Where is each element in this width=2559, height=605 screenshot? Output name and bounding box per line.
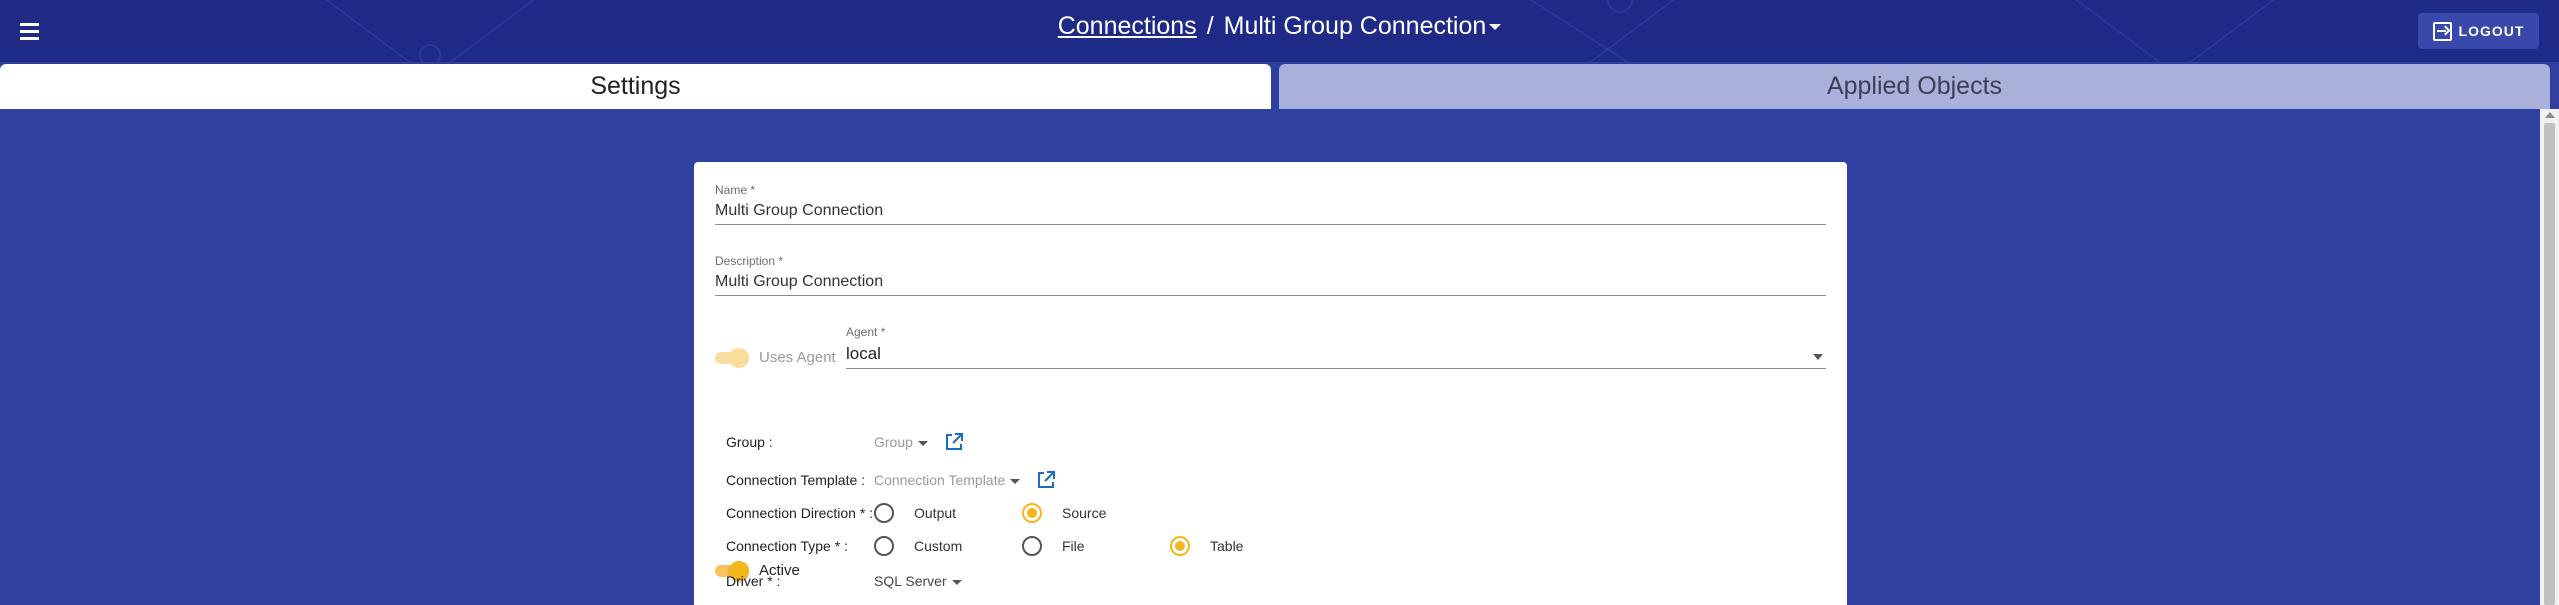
- agent-select[interactable]: Agent * local: [846, 325, 1826, 369]
- connection-direction-label: Connection Direction * :: [726, 505, 874, 521]
- tab-settings[interactable]: Settings: [0, 64, 1271, 109]
- description-label: Description *: [715, 254, 784, 268]
- chevron-down-icon[interactable]: [1489, 24, 1502, 31]
- connection-direction-row: Connection Direction * : Output Source: [726, 502, 1106, 524]
- connection-template-select[interactable]: Connection Template: [874, 472, 1021, 488]
- radio-table-label: Table: [1210, 538, 1244, 554]
- radio-custom-label: Custom: [914, 538, 963, 554]
- breadcrumb-connections-link[interactable]: Connections: [1058, 12, 1197, 40]
- breadcrumb-current[interactable]: Multi Group Connection: [1224, 12, 1487, 40]
- radio-source[interactable]: Source: [1022, 503, 1106, 523]
- name-label: Name *: [715, 183, 756, 197]
- open-in-new-icon[interactable]: [1036, 470, 1056, 490]
- dropdown-arrow-icon[interactable]: [1813, 354, 1823, 360]
- connection-type-label: Connection Type * :: [726, 538, 848, 554]
- driver-select[interactable]: SQL Server: [874, 573, 962, 589]
- radio-output[interactable]: Output: [874, 503, 1022, 523]
- logout-button[interactable]: LOGOUT: [2418, 13, 2539, 49]
- scrollbar-thumb[interactable]: [2544, 123, 2555, 605]
- group-row: Group : Group: [726, 431, 964, 453]
- radio-custom-circle[interactable]: [874, 536, 894, 556]
- driver-label: Driver * :: [726, 573, 781, 589]
- vertical-scrollbar[interactable]: [2540, 109, 2559, 605]
- tab-applied-objects[interactable]: Applied Objects: [1279, 64, 2550, 109]
- radio-file-label: File: [1062, 538, 1085, 554]
- radio-table-circle[interactable]: [1170, 536, 1190, 556]
- description-field[interactable]: Description * Multi Group Connection: [715, 254, 1826, 296]
- uses-agent-label: Uses Agent: [759, 349, 836, 366]
- radio-custom[interactable]: Custom: [874, 536, 1022, 556]
- driver-value: SQL Server: [874, 573, 947, 589]
- name-input[interactable]: Multi Group Connection: [715, 202, 1826, 224]
- open-in-new-icon[interactable]: [944, 432, 964, 452]
- uses-agent-toggle[interactable]: Uses Agent: [715, 347, 836, 368]
- agent-label: Agent *: [846, 325, 886, 339]
- logout-icon: [2432, 21, 2452, 41]
- uses-agent-switch[interactable]: [715, 347, 749, 368]
- group-select[interactable]: Group: [874, 434, 928, 450]
- name-field[interactable]: Name * Multi Group Connection: [715, 183, 1826, 225]
- connection-type-row: Connection Type * : Custom File Table: [726, 535, 1243, 557]
- connection-template-row: Connection Template : Connection Templat…: [726, 469, 1056, 491]
- scroll-up-arrow-icon[interactable]: [2545, 112, 2555, 118]
- agent-value[interactable]: local: [846, 344, 1826, 368]
- dropdown-arrow-icon: [917, 441, 928, 446]
- description-input[interactable]: Multi Group Connection: [715, 273, 1826, 295]
- group-placeholder: Group: [874, 434, 913, 450]
- radio-table[interactable]: Table: [1170, 536, 1243, 556]
- radio-output-label: Output: [914, 505, 957, 521]
- driver-row: Driver * : SQL Server: [726, 570, 962, 592]
- dropdown-arrow-icon: [951, 580, 962, 585]
- radio-source-label: Source: [1062, 505, 1107, 521]
- app-header: Connections / Multi Group Connection LOGOU…: [0, 0, 2559, 62]
- page-title: Connections / Multi Group Connection: [0, 12, 2559, 41]
- connection-template-placeholder: Connection Template: [874, 472, 1006, 488]
- logout-label: LOGOUT: [2458, 23, 2525, 39]
- radio-output-circle[interactable]: [874, 503, 894, 523]
- group-label: Group :: [726, 434, 773, 450]
- connection-template-label: Connection Template :: [726, 472, 866, 488]
- dropdown-arrow-icon: [1010, 479, 1021, 484]
- radio-source-circle[interactable]: [1022, 503, 1042, 523]
- radio-file[interactable]: File: [1022, 536, 1170, 556]
- radio-file-circle[interactable]: [1022, 536, 1042, 556]
- breadcrumb-separator: /: [1206, 12, 1214, 40]
